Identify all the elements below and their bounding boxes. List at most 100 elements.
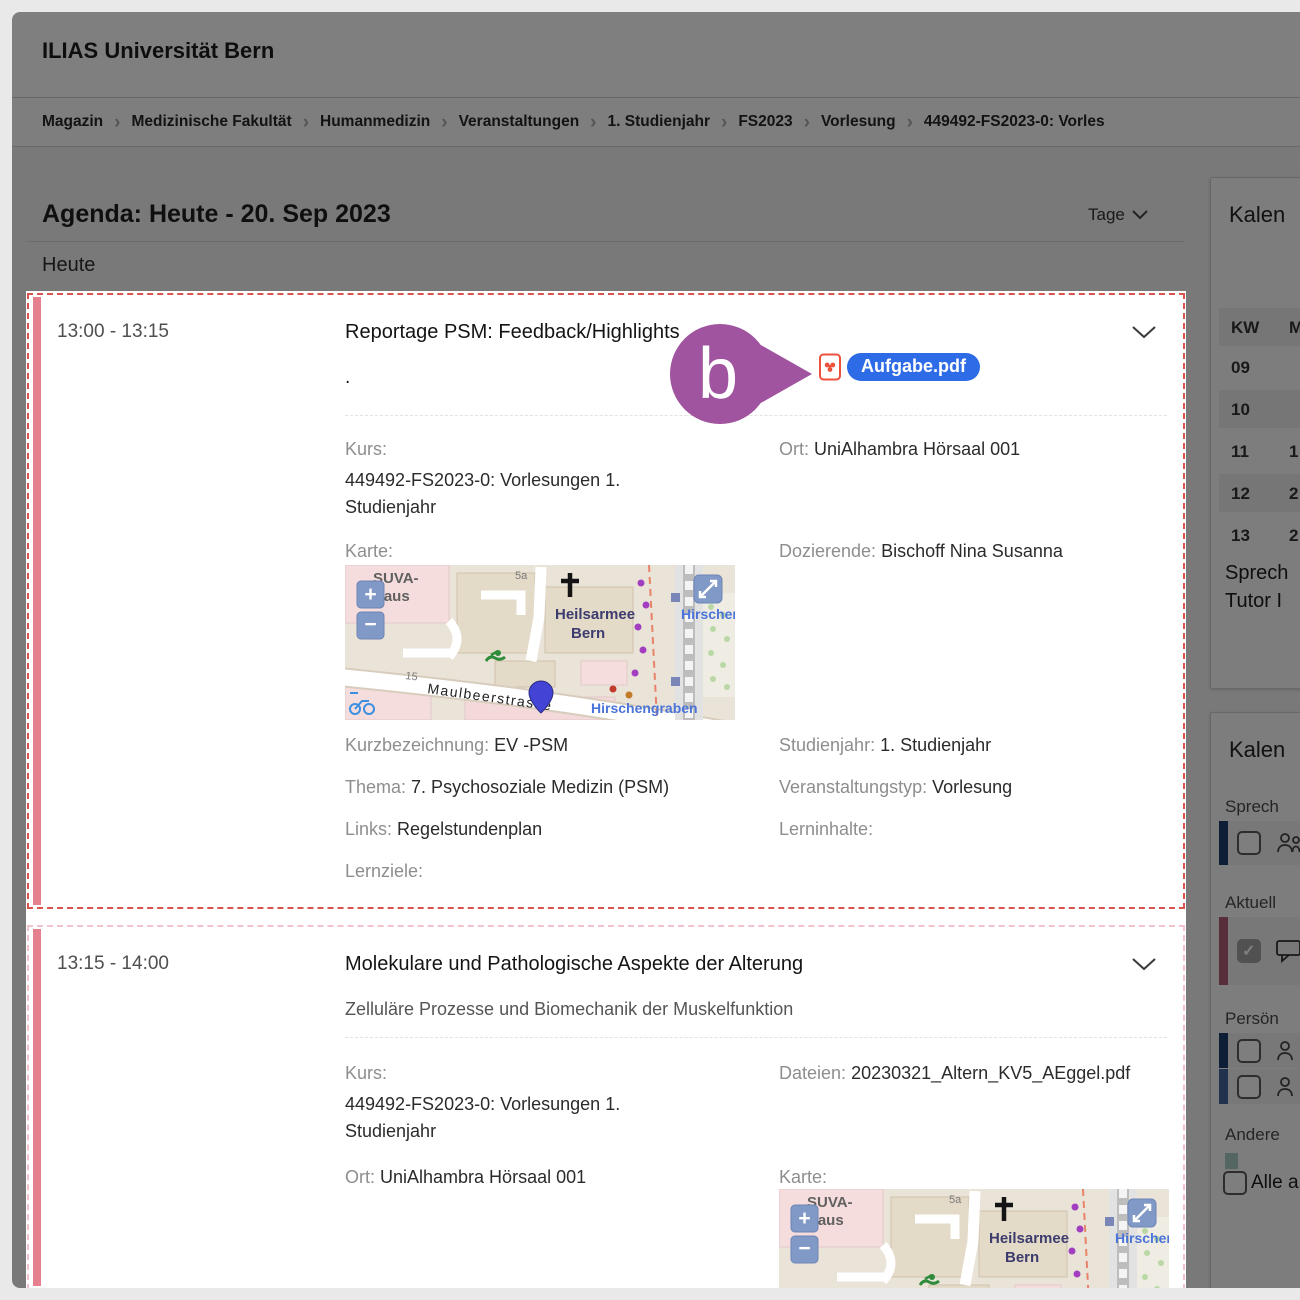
minus-icon: − [798, 1237, 810, 1260]
agenda-section-label: Heute [42, 254, 95, 277]
app-header: ILIAS Universität Bern [12, 12, 1300, 98]
event-description: . [345, 367, 350, 389]
calendar-footer-text: Tutor I [1225, 590, 1282, 613]
calendar-color-bar [1219, 1069, 1228, 1104]
calendar-checkbox[interactable] [1237, 939, 1261, 963]
kw-row-day[interactable]: 2 [1289, 484, 1298, 504]
studienjahr-value: 1. Studienjahr [880, 735, 991, 755]
map-building [929, 1285, 989, 1288]
calendar-checkbox[interactable] [1237, 1039, 1261, 1063]
event-card-2: 13:15 - 14:00 Molekulare und Pathologisc… [27, 925, 1185, 1288]
map-park [1137, 1217, 1169, 1288]
calendar-color-bar [1219, 1033, 1228, 1068]
kurs-value: 449492-FS2023-0: Vorlesungen 1. Studienj… [345, 1091, 690, 1145]
kw-row-week[interactable]: 09 [1231, 358, 1250, 378]
ort-value: UniAlhambra Hörsaal 001 [814, 439, 1020, 459]
kurs-label: Kurs: [345, 1063, 387, 1083]
map-expand-button[interactable] [694, 575, 722, 603]
kw-row-week[interactable]: 13 [1231, 526, 1250, 546]
calendar-checkbox[interactable] [1237, 1075, 1261, 1099]
breadcrumb: Magazin › Medizinische Fakultät › Humanm… [12, 98, 1300, 147]
chat-icon [1275, 939, 1300, 963]
event-title[interactable]: Reportage PSM: Feedback/Highlights [345, 321, 680, 344]
breadcrumb-item-vorlesung[interactable]: Vorlesung [821, 113, 896, 131]
breadcrumb-item-humanmedizin[interactable]: Humanmedizin [320, 113, 430, 131]
people-icon [1275, 831, 1300, 855]
group-label-sprechstunden: Sprech [1225, 797, 1279, 817]
links-value[interactable]: Regelstundenplan [397, 819, 542, 839]
event-title[interactable]: Molekulare und Pathologische Aspekte der… [345, 953, 803, 976]
map-zoom-out-button[interactable]: − [357, 612, 384, 639]
map-housenumber-5a: 5a [949, 1194, 962, 1206]
group-label-andere: Andere [1225, 1125, 1280, 1145]
kw-row-day[interactable]: 1 [1289, 442, 1298, 462]
chevron-down-icon [1132, 210, 1148, 220]
calendar-color-bar [1219, 821, 1228, 865]
calendar-item [1219, 821, 1300, 865]
calendar-checkbox[interactable] [1237, 831, 1261, 855]
map-zoom-in-button[interactable]: + [791, 1205, 818, 1232]
breadcrumb-item-studienjahr[interactable]: 1. Studienjahr [608, 113, 711, 131]
annotation-letter: b [698, 334, 738, 414]
map-building [581, 661, 627, 685]
group-label-persoenlich: Persön [1225, 1009, 1279, 1029]
view-dropdown[interactable]: Tage [1088, 205, 1148, 225]
ort-value: UniAlhambra Hörsaal 001 [380, 1167, 586, 1187]
dateien-value[interactable]: 20230321_Altern_KV5_AEggel.pdf [851, 1063, 1130, 1083]
map-building [1015, 1285, 1061, 1288]
map-zoom-in-button[interactable]: + [357, 581, 384, 608]
plus-icon: + [798, 1207, 810, 1230]
map-label-heilsarmee: Heilsarmee [555, 606, 635, 623]
breadcrumb-item-fs2023[interactable]: FS2023 [738, 113, 792, 131]
ort-label: Ort: [779, 439, 809, 459]
collapse-toggle[interactable] [1131, 325, 1157, 345]
calendar-item [1219, 917, 1300, 985]
event-time: 13:00 - 13:15 [57, 321, 169, 343]
map-container[interactable]: SUVA- Haus 5a 15 Heilsarmee Bern Hirsche… [345, 565, 735, 720]
attachment-row: Aufgabe.pdf [818, 353, 980, 381]
event-accent-bar [33, 929, 41, 1286]
map-expand-button[interactable] [1128, 1199, 1156, 1227]
people-icon [1275, 1075, 1300, 1099]
view-dropdown-label: Tage [1088, 205, 1125, 225]
chevron-right-icon: › [907, 113, 913, 132]
dateien-label: Dateien: [779, 1063, 846, 1083]
chevron-right-icon: › [303, 113, 309, 132]
thema-label: Thema: [345, 777, 406, 797]
day-header: M [1289, 318, 1300, 338]
kw-row-week[interactable]: 12 [1231, 484, 1250, 504]
event-time: 13:15 - 14:00 [57, 953, 169, 975]
map-label-bern: Bern [1005, 1249, 1039, 1266]
attachment-link[interactable]: Aufgabe.pdf [847, 353, 980, 381]
location-map[interactable]: SUVA- Haus 5a 15 Heilsarmee Bern Hirsche… [779, 1189, 1169, 1288]
kurzbezeichnung-value: EV -PSM [494, 735, 568, 755]
calendar-legend-swatch [1225, 1153, 1238, 1169]
breadcrumb-item-kurs[interactable]: 449492-FS2023-0: Vorles [924, 113, 1105, 131]
breadcrumb-item-fakultaet[interactable]: Medizinische Fakultät [131, 113, 291, 131]
karte-label: Karte: [779, 1167, 827, 1187]
collapse-toggle[interactable] [1131, 957, 1157, 977]
people-icon [1275, 1039, 1300, 1063]
calendar-widget-panel: Kalen KW M 09 10 11 1 12 2 13 2 Sprech T… [1210, 177, 1300, 689]
map-zoom-out-button[interactable]: − [791, 1236, 818, 1263]
ilias-app-window: ILIAS Universität Bern Magazin › Medizin… [12, 12, 1300, 1288]
breadcrumb-item-magazin[interactable]: Magazin [42, 113, 103, 131]
select-all-checkbox[interactable] [1223, 1171, 1247, 1195]
kw-row-day[interactable]: 2 [1289, 526, 1298, 546]
breadcrumb-item-veranstaltungen[interactable]: Veranstaltungen [459, 113, 580, 131]
kw-row-week[interactable]: 10 [1231, 400, 1250, 420]
group-label-aktuell: Aktuell [1225, 893, 1276, 913]
thema-value: 7. Psychosoziale Medizin (PSM) [411, 777, 669, 797]
agenda-title: Agenda: Heute - 20. Sep 2023 [42, 200, 391, 229]
map-container[interactable]: SUVA- Haus 5a 15 Heilsarmee Bern Hirsche… [779, 1189, 1169, 1288]
kw-row-week[interactable]: 11 [1231, 442, 1249, 462]
location-map[interactable]: SUVA- Haus 5a 15 Heilsarmee Bern Hirsche… [345, 565, 735, 720]
veranstaltungstyp-label: Veranstaltungstyp: [779, 777, 927, 797]
calendar-panel-title: Kalen [1229, 202, 1285, 228]
dozierende-value: Bischoff Nina Susanna [881, 541, 1063, 561]
chevron-right-icon: › [590, 113, 596, 132]
chevron-down-icon [1131, 325, 1157, 340]
event-accent-bar [33, 297, 41, 905]
calendar-item [1219, 1069, 1300, 1104]
kw-header: KW [1231, 318, 1259, 338]
